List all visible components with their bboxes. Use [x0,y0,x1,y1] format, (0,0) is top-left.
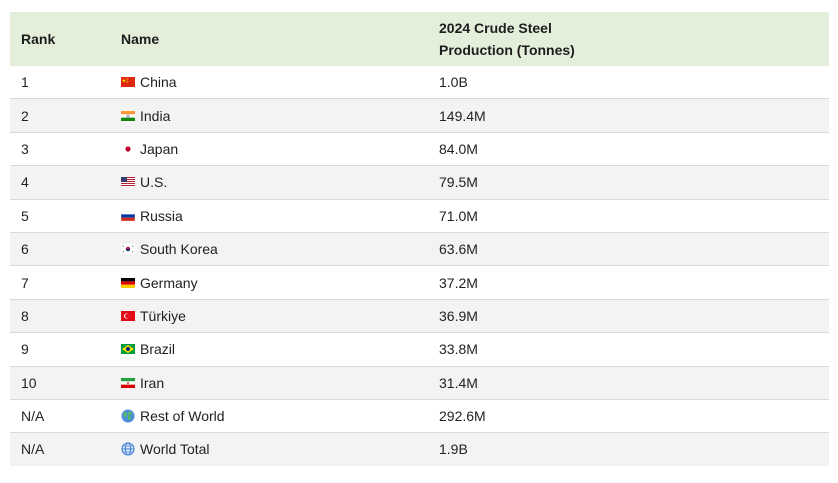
production-cell: 149.4M [428,98,829,133]
name-cell-content: Iran [121,375,417,391]
name-cell: Rest of World [110,398,428,433]
table-body: 1 China 1.0B 2 India 149.4M 3 Japan 84.0M 4 U.S. 79… [10,66,829,466]
country-name: Türkiye [140,307,186,324]
column-header-rank: Rank [10,12,110,66]
country-name: Germany [140,274,198,291]
production-cell: 84.0M [428,131,829,166]
production-cell: 79.5M [428,165,829,200]
rank-cell: 7 [10,265,110,300]
production-cell: 37.2M [428,265,829,300]
name-cell: Japan [110,131,428,166]
rank-cell: 5 [10,198,110,233]
name-cell: Russia [110,198,428,233]
table-row: 3 Japan 84.0M [10,131,829,166]
country-name: Rest of World [140,408,225,425]
country-name: Brazil [140,341,176,358]
table-row: N/A World Total 1.9B [10,432,829,466]
india-flag-icon [121,110,135,121]
name-cell: Germany [110,265,428,300]
production-cell: 33.8M [428,332,829,367]
japan-flag-icon [121,143,135,154]
name-cell: World Total [110,432,428,466]
rank-cell: 9 [10,332,110,367]
name-cell-content: Russia [121,208,417,224]
country-name: China [140,74,177,91]
table-row: N/A Rest of World 292.6M [10,398,829,433]
rank-cell: N/A [10,398,110,433]
globe-meridians-icon [121,442,135,456]
rank-cell: 6 [10,231,110,266]
table-row: 5 Russia 71.0M [10,198,829,233]
production-cell: 36.9M [428,298,829,333]
name-cell-content: Germany [121,275,417,291]
country-name: Iran [140,374,165,391]
name-cell-content: China [121,74,417,90]
table-row: 6 South Korea 63.6M [10,231,829,266]
name-cell-content: U.S. [121,174,417,190]
rank-cell: 3 [10,131,110,166]
table-row: 4 U.S. 79.5M [10,165,829,200]
name-cell-content: India [121,108,417,124]
name-cell: U.S. [110,165,428,200]
brazil-flag-icon [121,344,135,355]
name-cell: India [110,98,428,133]
table-row: 10 Iran 31.4M [10,365,829,400]
rank-cell: 8 [10,298,110,333]
table-row: 7 Germany 37.2M [10,265,829,300]
south-korea-flag-icon [121,244,135,255]
name-cell-content: South Korea [121,241,417,257]
name-cell: Iran [110,365,428,400]
china-flag-icon [121,77,135,88]
name-cell: Brazil [110,332,428,367]
country-name: Russia [140,207,183,224]
production-cell: 31.4M [428,365,829,400]
country-name: South Korea [140,241,218,258]
data-table: Rank Name 2024 Crude Steel Production (T… [10,12,829,466]
table-header: Rank Name 2024 Crude Steel Production (T… [10,12,829,66]
iran-flag-icon [121,377,135,388]
table-row: 2 India 149.4M [10,98,829,133]
rank-cell: N/A [10,432,110,466]
column-header-name: Name [110,12,428,66]
column-header-production-line-1: 2024 Crude Steel [439,20,552,36]
russia-flag-icon [121,210,135,221]
rank-cell: 4 [10,165,110,200]
column-header-production-line-2: Production (Tonnes) [439,42,575,58]
country-name: India [140,107,171,124]
table-row: 9 Brazil 33.8M [10,332,829,367]
rank-cell: 1 [21,74,29,91]
production-cell: 1.0B [439,74,468,91]
country-name: U.S. [140,174,168,191]
name-cell-content: World Total [121,441,417,457]
country-name: World Total [140,441,210,458]
production-cell: 63.6M [428,231,829,266]
turkiye-flag-icon [121,310,135,321]
production-cell: 1.9B [428,432,829,466]
name-cell-content: Brazil [121,341,417,357]
name-cell: Türkiye [110,298,428,333]
name-cell: South Korea [110,231,428,266]
production-cell: 71.0M [428,198,829,233]
table-row: 8 Türkiye 36.9M [10,298,829,333]
name-cell-content: Türkiye [121,308,417,324]
earth-globe-icon [121,409,135,423]
name-cell-content: Rest of World [121,408,417,424]
country-name: Japan [140,140,179,157]
name-cell: China [110,66,428,99]
rank-cell: 2 [10,98,110,133]
us-flag-icon [121,177,135,188]
rank-cell: 10 [10,365,110,400]
name-cell-content: Japan [121,141,417,157]
column-header-production: 2024 Crude Steel Production (Tonnes) [428,12,829,66]
header-row: Rank Name 2024 Crude Steel Production (T… [10,12,829,66]
steel-production-table: Rank Name 2024 Crude Steel Production (T… [10,12,829,466]
table-row: 1 China 1.0B [10,66,829,99]
germany-flag-icon [121,277,135,288]
production-cell: 292.6M [428,398,829,433]
